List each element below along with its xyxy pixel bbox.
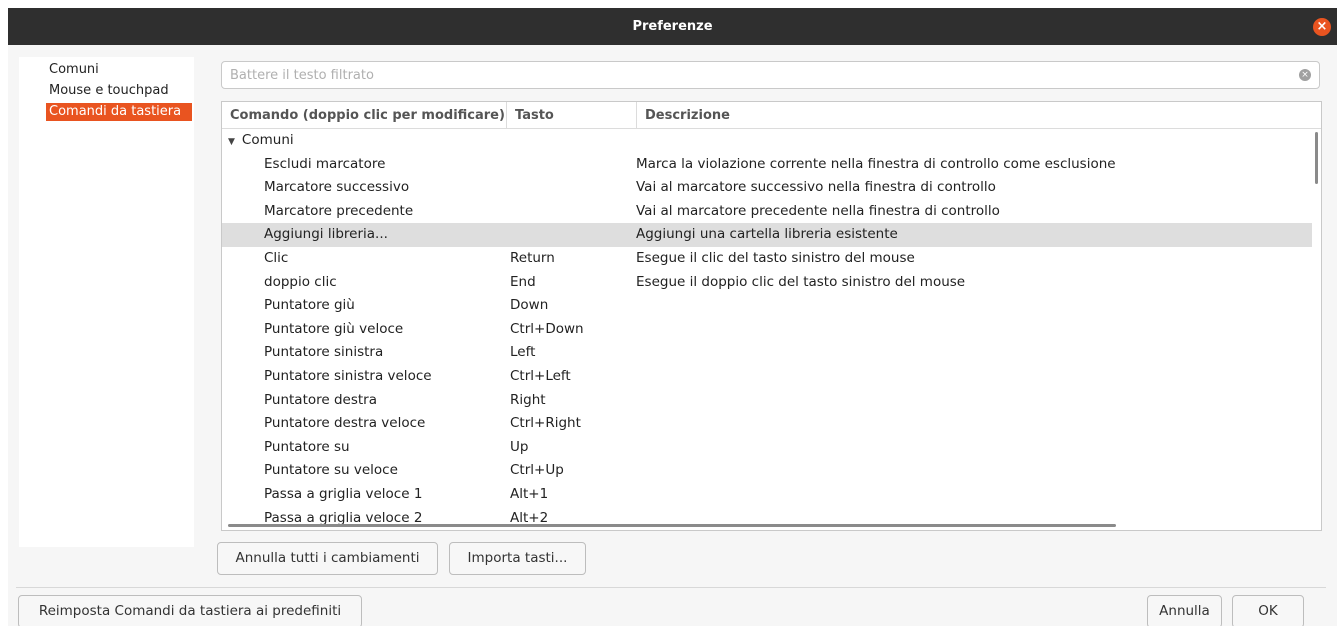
shortcuts-table: Comando (doppio clic per modificare) Tas…: [221, 101, 1322, 531]
table-row[interactable]: Escludi marcatore Marca la violazione cor…: [222, 153, 1312, 177]
key-cell: Ctrl+Up: [510, 462, 564, 479]
table-row[interactable]: Aggiungi libreria... Aggiungi una cartell…: [222, 223, 1312, 247]
key-cell: Left: [510, 344, 536, 361]
table-row[interactable]: Puntatore giù veloce Ctrl+Down: [222, 318, 1312, 342]
vertical-scrollbar[interactable]: [1315, 132, 1318, 184]
sidebar-item-keyboard-shortcuts[interactable]: Comandi da tastiera: [46, 103, 192, 121]
table-row[interactable]: Marcatore successivo Vai al marcatore suc…: [222, 176, 1312, 200]
key-cell: Up: [510, 438, 529, 455]
filter-input[interactable]: [222, 62, 1292, 88]
table-row[interactable]: Clic Return Esegue il clic del tasto sinis…: [222, 247, 1312, 271]
group-row[interactable]: ▼ Comuni: [222, 129, 1312, 153]
table-row[interactable]: Puntatore su veloce Ctrl+Up: [222, 459, 1312, 483]
import-keys-button[interactable]: Importa tasti...: [449, 542, 586, 575]
command-cell: Puntatore giù: [264, 297, 355, 314]
command-cell: Puntatore sinistra: [264, 344, 384, 361]
command-cell: doppio clic: [264, 273, 337, 290]
horizontal-scrollbar[interactable]: [228, 524, 1116, 527]
key-cell: Right: [510, 391, 546, 408]
close-icon[interactable]: ×: [1313, 18, 1331, 36]
column-header-command[interactable]: Comando (doppio clic per modificare): [222, 102, 507, 129]
sidebar-item-comuni[interactable]: Comuni: [46, 61, 192, 79]
table-row[interactable]: Puntatore su Up: [222, 436, 1312, 460]
reset-defaults-button[interactable]: Reimposta Comandi da tastiera ai predefi…: [18, 595, 362, 626]
command-cell: Puntatore destra: [264, 391, 378, 408]
command-cell: Marcatore precedente: [264, 202, 414, 219]
key-cell: Down: [510, 297, 549, 314]
separator: [16, 587, 1326, 588]
cancel-button[interactable]: Annulla: [1147, 595, 1222, 626]
description-cell: Esegue il doppio clic del tasto sinistro…: [636, 273, 966, 290]
key-cell: Return: [510, 249, 555, 266]
key-cell: Ctrl+Down: [510, 320, 584, 337]
sidebar-item-mouse-touchpad[interactable]: Mouse e touchpad: [46, 82, 192, 100]
command-cell: Clic: [264, 249, 289, 266]
command-cell: Puntatore su veloce: [264, 462, 398, 479]
column-header-key[interactable]: Tasto: [507, 102, 637, 129]
description-cell: Vai al marcatore successivo nella finest…: [636, 179, 996, 196]
ok-button[interactable]: OK: [1232, 595, 1304, 626]
command-cell: Puntatore giù veloce: [264, 320, 404, 337]
table-row[interactable]: Puntatore destra veloce Ctrl+Right: [222, 412, 1312, 436]
description-cell: Marca la violazione corrente nella fines…: [636, 155, 1116, 172]
command-cell: Marcatore successivo: [264, 179, 410, 196]
undo-all-button[interactable]: Annulla tutti i cambiamenti: [217, 542, 438, 575]
table-row[interactable]: Passa a griglia veloce 1 Alt+1: [222, 483, 1312, 507]
table-row[interactable]: Puntatore sinistra veloce Ctrl+Left: [222, 365, 1312, 389]
sidebar: Comuni Mouse e touchpad Comandi da tasti…: [19, 57, 194, 547]
filter-field: ×: [221, 61, 1320, 89]
column-header-description[interactable]: Descrizione: [637, 102, 1321, 129]
window-title: Preferenze: [632, 19, 713, 34]
table-header: Comando (doppio clic per modificare) Tas…: [222, 102, 1321, 129]
command-cell: Puntatore sinistra veloce: [264, 367, 432, 384]
description-cell: Esegue il clic del tasto sinistro del mo…: [636, 249, 915, 266]
title-bar: Preferenze ×: [8, 8, 1337, 45]
table-row[interactable]: doppio clic End Esegue il doppio clic del …: [222, 271, 1312, 295]
command-cell: Aggiungi libreria...: [264, 226, 388, 243]
key-cell: Ctrl+Right: [510, 415, 581, 432]
description-cell: Vai al marcatore precedente nella finest…: [636, 202, 1000, 219]
expand-triangle-icon[interactable]: ▼: [228, 131, 235, 155]
description-cell: Aggiungi una cartella libreria esistente: [636, 226, 898, 243]
table-row[interactable]: Marcatore precedente Vai al marcatore pre…: [222, 200, 1312, 224]
command-cell: Puntatore destra veloce: [264, 415, 426, 432]
table-body: ▼ Comuni Escludi marcatore Marca la violaz…: [222, 129, 1312, 530]
key-cell: End: [510, 273, 536, 290]
command-cell: Puntatore su: [264, 438, 350, 455]
key-cell: Alt+1: [510, 485, 549, 502]
group-label: Comuni: [241, 132, 294, 148]
table-row[interactable]: Puntatore destra Right: [222, 389, 1312, 413]
command-cell: Passa a griglia veloce 1: [264, 485, 423, 502]
clear-icon[interactable]: ×: [1299, 69, 1311, 81]
table-row[interactable]: Puntatore sinistra Left: [222, 341, 1312, 365]
key-cell: Ctrl+Left: [510, 367, 571, 384]
table-row[interactable]: Puntatore giù Down: [222, 294, 1312, 318]
command-cell: Escludi marcatore: [264, 155, 386, 172]
